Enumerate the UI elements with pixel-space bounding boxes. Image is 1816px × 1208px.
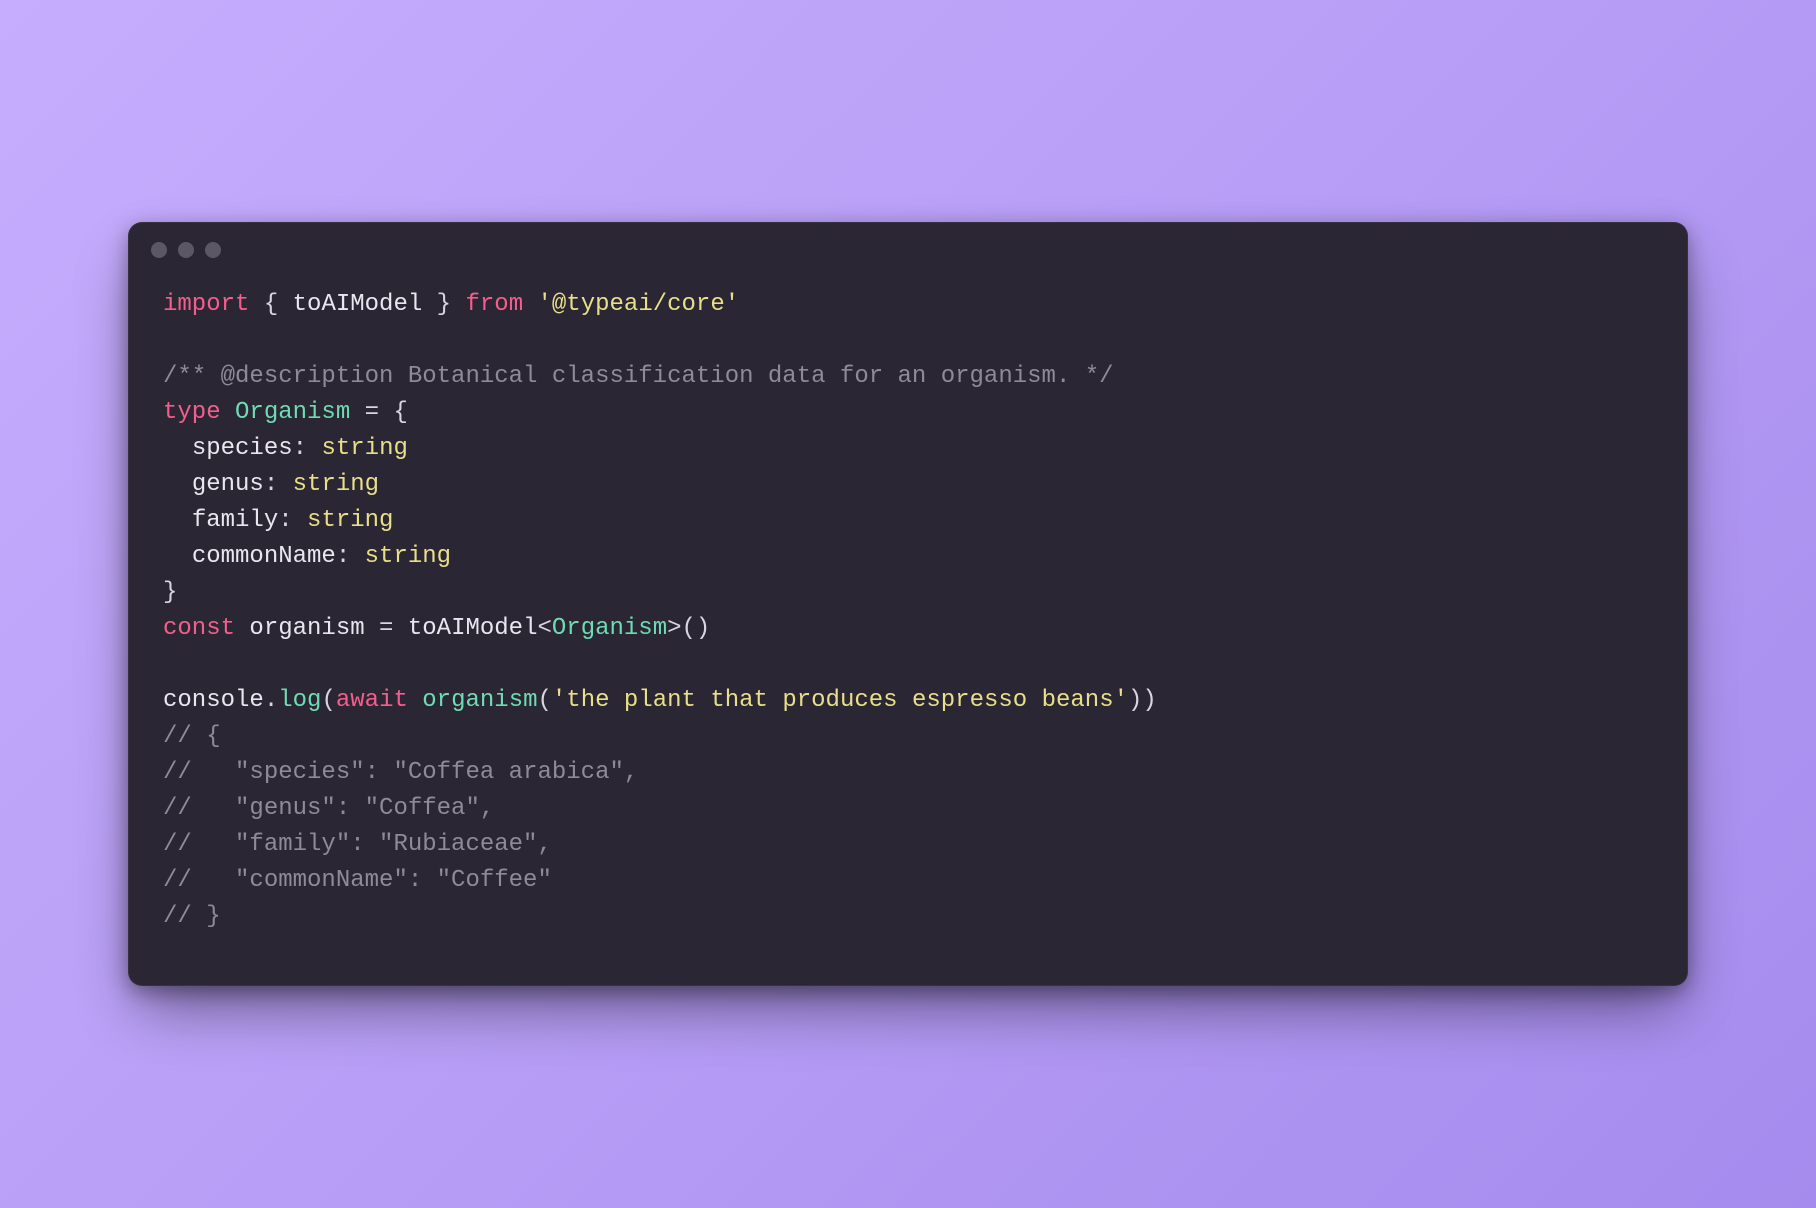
code-line: // } [163, 899, 1653, 935]
token-keyword: await [336, 687, 408, 714]
token-punct: : [264, 471, 293, 498]
token-string: string [321, 435, 407, 462]
code-window: import { toAIModel } from '@typeai/core'… [128, 222, 1688, 986]
token-string: string [307, 507, 393, 534]
code-line: } [163, 575, 1653, 611]
token-ident: commonName [192, 543, 336, 570]
code-line: /** @description Botanical classificatio… [163, 359, 1653, 395]
token-type: Organism [552, 615, 667, 642]
token-comment: /** @description Botanical classificatio… [163, 363, 1114, 390]
token-comment: // "commonName": "Coffee" [163, 867, 552, 894]
token-comment: // "species": "Coffea arabica", [163, 759, 638, 786]
token-ident: toAIModel [408, 615, 538, 642]
token-punct [408, 687, 422, 714]
token-string: string [365, 543, 451, 570]
code-line: import { toAIModel } from '@typeai/core' [163, 287, 1653, 323]
traffic-light-minimize-icon[interactable] [178, 242, 194, 258]
token-punct: : [293, 435, 322, 462]
token-string: '@typeai/core' [538, 291, 740, 318]
token-punct: { [249, 291, 292, 318]
token-punct [221, 399, 235, 426]
token-comment: // "family": "Rubiaceae", [163, 831, 552, 858]
code-line: // "family": "Rubiaceae", [163, 827, 1653, 863]
code-line: // { [163, 719, 1653, 755]
token-keyword: const [163, 615, 235, 642]
token-ident: organism [249, 615, 364, 642]
token-punct: } [163, 579, 177, 606]
code-line: type Organism = { [163, 395, 1653, 431]
token-punct: : [336, 543, 365, 570]
code-line [163, 647, 1653, 683]
token-punct [163, 471, 192, 498]
token-comment: // { [163, 723, 221, 750]
token-ident: genus [192, 471, 264, 498]
code-line: species: string [163, 431, 1653, 467]
token-punct: ( [538, 687, 552, 714]
token-keyword: type [163, 399, 221, 426]
token-comment: // "genus": "Coffea", [163, 795, 494, 822]
token-punct [163, 543, 192, 570]
token-punct [523, 291, 537, 318]
traffic-light-zoom-icon[interactable] [205, 242, 221, 258]
token-ident: toAIModel [293, 291, 423, 318]
code-line: // "commonName": "Coffee" [163, 863, 1653, 899]
token-punct: = [365, 615, 408, 642]
token-string: string [293, 471, 379, 498]
token-punct: )) [1128, 687, 1157, 714]
token-member: log [278, 687, 321, 714]
token-type: Organism [235, 399, 350, 426]
token-type: organism [422, 687, 537, 714]
token-punct: = { [350, 399, 408, 426]
token-keyword: import [163, 291, 249, 318]
traffic-light-close-icon[interactable] [151, 242, 167, 258]
token-punct: ( [321, 687, 335, 714]
token-ident: console [163, 687, 264, 714]
token-punct: : [278, 507, 307, 534]
token-punct [163, 435, 192, 462]
code-line [163, 323, 1653, 359]
code-line: family: string [163, 503, 1653, 539]
code-block: import { toAIModel } from '@typeai/core'… [129, 277, 1687, 985]
code-line: commonName: string [163, 539, 1653, 575]
token-punct [163, 507, 192, 534]
token-keyword: from [465, 291, 523, 318]
token-punct [235, 615, 249, 642]
token-punct: . [264, 687, 278, 714]
token-ident: species [192, 435, 293, 462]
token-ident: family [192, 507, 278, 534]
token-punct: >() [667, 615, 710, 642]
window-titlebar [129, 223, 1687, 277]
code-line: // "species": "Coffea arabica", [163, 755, 1653, 791]
code-line: genus: string [163, 467, 1653, 503]
token-punct: < [537, 615, 551, 642]
token-comment: // } [163, 903, 221, 930]
code-line: const organism = toAIModel<Organism>() [163, 611, 1653, 647]
code-line: // "genus": "Coffea", [163, 791, 1653, 827]
code-line: console.log(await organism('the plant th… [163, 683, 1653, 719]
token-string: 'the plant that produces espresso beans' [552, 687, 1128, 714]
token-punct: } [422, 291, 465, 318]
